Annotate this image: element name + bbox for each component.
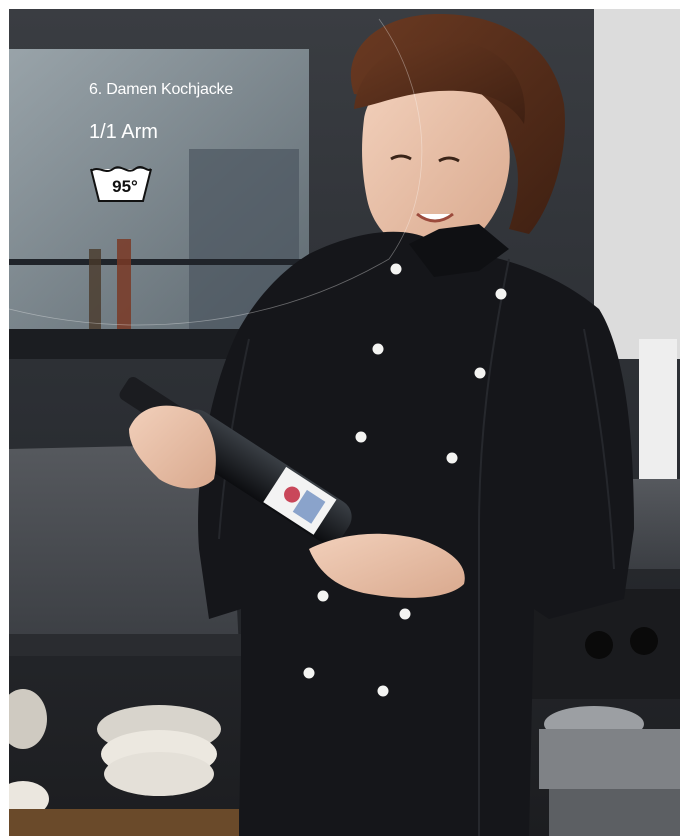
sleeve-length-label: 1/1 Arm [89, 121, 158, 143]
photo-frame: 6. Damen Kochjacke 1/1 Arm 95° [9, 9, 680, 836]
product-title: 6. Damen Kochjacke [89, 81, 234, 98]
wash-temperature: 95° [112, 177, 138, 196]
